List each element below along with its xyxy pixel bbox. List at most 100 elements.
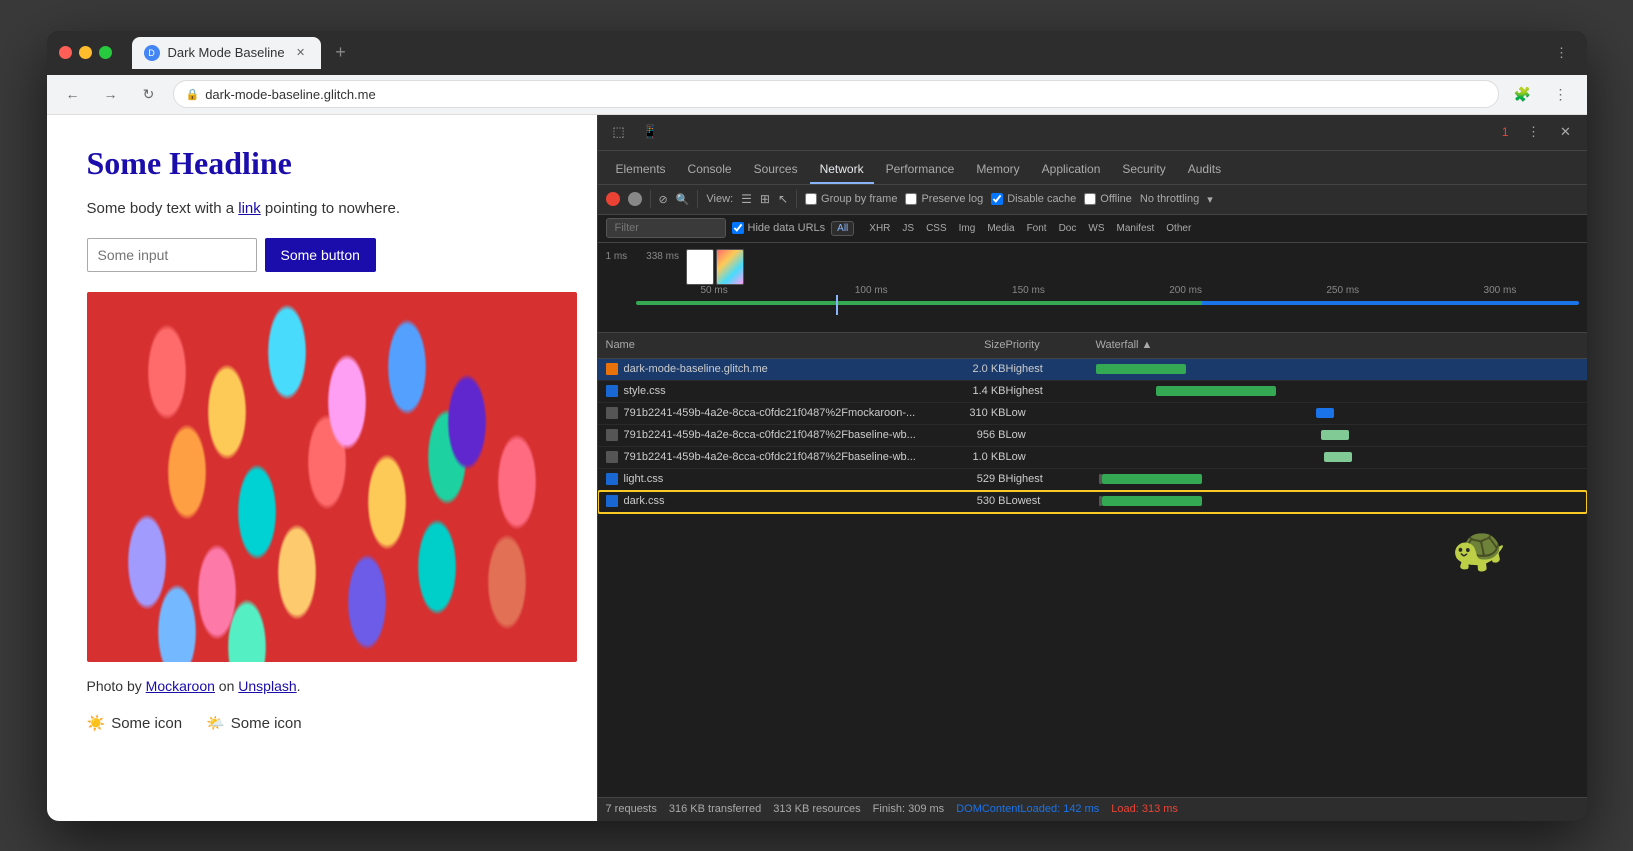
new-tab-button[interactable]: + — [327, 39, 355, 67]
table-row[interactable]: 791b2241-459b-4a2e-8cca-c0fdc21f0487%2Fb… — [598, 447, 1587, 469]
table-row[interactable]: dark.css 530 B Lowest — [598, 491, 1587, 513]
col-size-header[interactable]: Size — [926, 339, 1006, 351]
page-headline: Some Headline — [87, 145, 557, 182]
back-button[interactable]: ← — [59, 80, 87, 108]
mark-200: 200 ms — [1107, 285, 1264, 296]
filter-input[interactable] — [606, 218, 726, 238]
search-icon[interactable]: 🔍 — [676, 193, 690, 206]
close-devtools-button[interactable]: ✕ — [1553, 119, 1579, 145]
caption-middle: on — [215, 678, 238, 694]
filter-xhr[interactable]: XHR — [864, 222, 895, 235]
filter-all-tag[interactable]: All — [831, 221, 854, 236]
tab-application[interactable]: Application — [1032, 156, 1111, 184]
tab-performance[interactable]: Performance — [876, 156, 965, 184]
filter-ws[interactable]: WS — [1083, 222, 1109, 235]
row-name: 791b2241-459b-4a2e-8cca-c0fdc21f0487%2Fb… — [624, 451, 926, 463]
network-options-bar: ⊘ 🔍 View: ☰ ⊞ ↖ Group by frame Preserve … — [598, 185, 1587, 215]
maximize-button[interactable] — [99, 46, 112, 59]
group-by-frame-label[interactable]: Group by frame — [805, 193, 897, 205]
some-button[interactable]: Some button — [265, 238, 376, 272]
offline-checkbox[interactable] — [1084, 193, 1096, 205]
tab-security[interactable]: Security — [1112, 156, 1175, 184]
view-grid-button[interactable]: ⊞ — [760, 192, 770, 206]
timeline-section: 1 ms 338 ms 50 ms 100 ms 150 ms 200 ms 2… — [598, 243, 1587, 333]
table-row[interactable]: 791b2241-459b-4a2e-8cca-c0fdc21f0487%2Fb… — [598, 425, 1587, 447]
browser-tab[interactable]: D Dark Mode Baseline ✕ — [132, 37, 321, 69]
disable-cache-checkbox[interactable] — [991, 193, 1003, 205]
more-devtools-button[interactable]: ⋮ — [1521, 119, 1547, 145]
content-area: Some Headline Some body text with a link… — [47, 115, 1587, 821]
tab-memory[interactable]: Memory — [966, 156, 1029, 184]
table-row[interactable]: dark-mode-baseline.glitch.me 2.0 KB High… — [598, 359, 1587, 381]
filter-manifest[interactable]: Manifest — [1111, 222, 1159, 235]
no-throttling-text: No throttling — [1140, 193, 1199, 205]
tab-network[interactable]: Network — [810, 156, 874, 184]
thumbnail-strip — [686, 249, 744, 285]
separator — [650, 190, 651, 208]
some-input[interactable] — [87, 238, 257, 272]
filter-cursor-button[interactable]: ↖ — [778, 192, 788, 206]
filter-other[interactable]: Other — [1161, 222, 1196, 235]
profile-button[interactable]: ⋮ — [1547, 80, 1575, 108]
address-input[interactable]: 🔒 dark-mode-baseline.glitch.me — [173, 80, 1499, 108]
thumbnail-2[interactable] — [716, 249, 744, 285]
timeline-cursor — [836, 295, 838, 315]
more-options-button[interactable]: ⋮ — [1549, 40, 1575, 66]
close-button[interactable] — [59, 46, 72, 59]
view-list-button[interactable]: ☰ — [741, 192, 752, 206]
reload-button[interactable]: ↻ — [135, 80, 163, 108]
filter-img[interactable]: Img — [954, 222, 981, 235]
table-row[interactable]: 791b2241-459b-4a2e-8cca-c0fdc21f0487%2Fm… — [598, 403, 1587, 425]
tab-close-button[interactable]: ✕ — [293, 45, 309, 61]
throttling-dropdown-icon[interactable]: ▾ — [1207, 193, 1213, 206]
tab-console[interactable]: Console — [678, 156, 742, 184]
mark-150: 150 ms — [950, 285, 1107, 296]
thumbnail-1[interactable] — [686, 249, 714, 285]
row-name: 791b2241-459b-4a2e-8cca-c0fdc21f0487%2Fm… — [624, 407, 926, 419]
preserve-log-label[interactable]: Preserve log — [905, 193, 983, 205]
filter-media[interactable]: Media — [982, 222, 1019, 235]
clear-button[interactable] — [628, 192, 642, 206]
tab-audits[interactable]: Audits — [1178, 156, 1231, 184]
col-name-header[interactable]: Name — [606, 339, 926, 351]
file-icon — [606, 407, 618, 419]
hide-data-urls-label[interactable]: Hide data URLs — [732, 222, 826, 234]
requests-count: 7 requests — [606, 803, 657, 815]
minimize-button[interactable] — [79, 46, 92, 59]
filter-font[interactable]: Font — [1022, 222, 1052, 235]
filter-doc[interactable]: Doc — [1054, 222, 1082, 235]
tab-favicon: D — [144, 45, 160, 61]
forward-button[interactable]: → — [97, 80, 125, 108]
empty-area: 🐢 — [598, 513, 1587, 593]
timeline-ruler: 50 ms 100 ms 150 ms 200 ms 250 ms 300 ms — [606, 285, 1579, 315]
transferred-size: 316 KB transferred — [669, 803, 761, 815]
device-toolbar-button[interactable]: 📱 — [638, 119, 664, 145]
candy-image — [87, 292, 577, 662]
unsplash-link[interactable]: Unsplash — [238, 678, 296, 694]
disable-cache-label[interactable]: Disable cache — [991, 193, 1076, 205]
record-button[interactable] — [606, 192, 620, 206]
hide-data-urls-checkbox[interactable] — [732, 222, 744, 234]
filter-js[interactable]: JS — [897, 222, 919, 235]
file-icon — [606, 495, 618, 507]
offline-label[interactable]: Offline — [1084, 193, 1132, 205]
filter-icon[interactable]: ⊘ — [659, 193, 668, 206]
col-waterfall-header[interactable]: Waterfall ▲ — [1096, 339, 1579, 351]
error-count[interactable]: 1 — [1496, 123, 1515, 141]
tab-elements[interactable]: Elements — [606, 156, 676, 184]
preserve-log-checkbox[interactable] — [905, 193, 917, 205]
waterfall-bar — [1316, 408, 1334, 418]
inspect-element-button[interactable]: ⬚ — [606, 119, 632, 145]
page-link[interactable]: link — [238, 200, 261, 217]
table-row[interactable]: light.css 529 B Highest — [598, 469, 1587, 491]
tab-sources[interactable]: Sources — [744, 156, 808, 184]
caption-prefix: Photo by — [87, 678, 146, 694]
extensions-button[interactable]: 🧩 — [1509, 80, 1537, 108]
group-by-frame-checkbox[interactable] — [805, 193, 817, 205]
row-size: 310 KB — [926, 407, 1006, 419]
filter-css[interactable]: CSS — [921, 222, 952, 235]
col-priority-header[interactable]: Priority — [1006, 339, 1096, 351]
mockaroon-link[interactable]: Mockaroon — [146, 678, 215, 694]
table-row[interactable]: style.css 1.4 KB Highest — [598, 381, 1587, 403]
row-priority: Lowest — [1006, 495, 1096, 507]
